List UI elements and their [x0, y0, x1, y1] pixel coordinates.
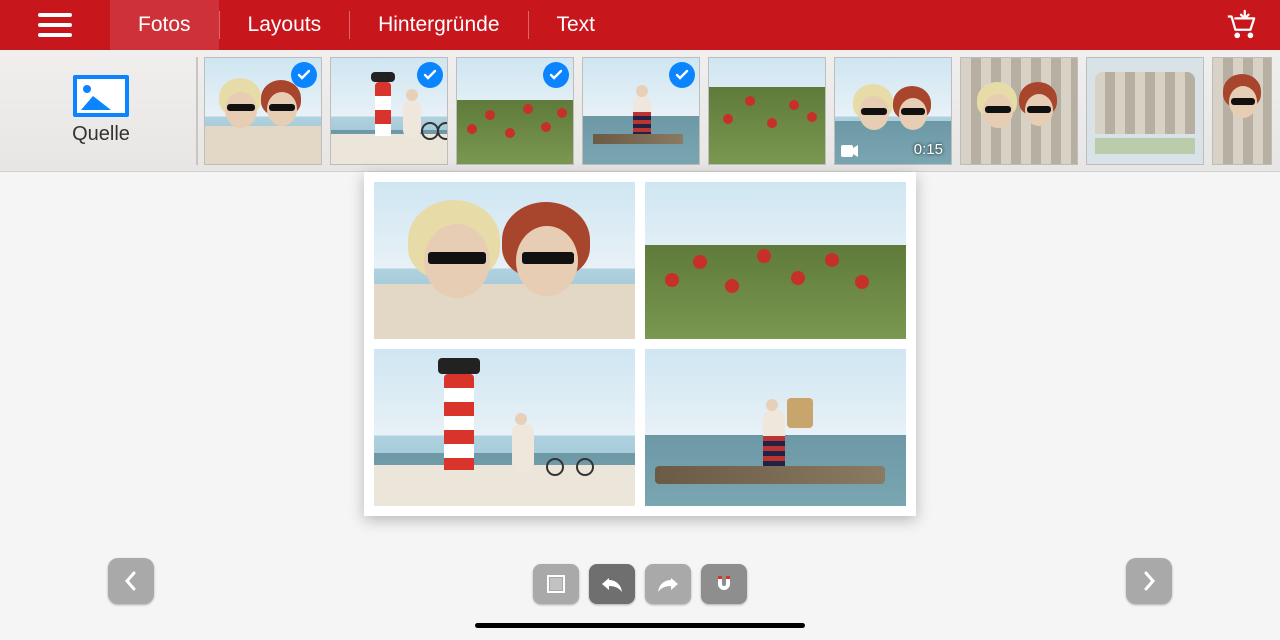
tab-fotos[interactable]: Fotos: [110, 0, 219, 50]
hamburger-menu-button[interactable]: [0, 11, 110, 39]
redo-button[interactable]: [645, 564, 691, 604]
selected-check-icon: [669, 62, 695, 88]
image-source-icon: [73, 75, 129, 117]
prev-page-button[interactable]: [108, 558, 154, 604]
hamburger-icon: [38, 11, 72, 39]
tab-hintergruende[interactable]: Hintergründe: [350, 0, 527, 50]
thumb-poppies[interactable]: [456, 57, 574, 165]
thumb-lighthouse[interactable]: [330, 57, 448, 165]
page-cell-1[interactable]: [645, 182, 906, 339]
thumbnail-strip: Quelle: [0, 50, 1280, 172]
tab-layouts[interactable]: Layouts: [220, 0, 350, 50]
chevron-right-icon: [1140, 570, 1158, 592]
layout-page[interactable]: [364, 172, 916, 516]
cart-button[interactable]: [1216, 9, 1266, 41]
thumb-poppies-tall[interactable]: [708, 57, 826, 165]
page-cell-2[interactable]: [374, 349, 635, 506]
video-duration: 0:15: [914, 141, 943, 158]
redo-icon: [655, 574, 681, 594]
tab-group: Fotos Layouts Hintergründe Text: [110, 0, 623, 50]
thumb-portrait-cabana[interactable]: [1212, 57, 1272, 165]
selected-check-icon: [291, 62, 317, 88]
chevron-left-icon: [122, 570, 140, 592]
canvas-area: [0, 172, 1280, 640]
tab-text[interactable]: Text: [529, 0, 624, 50]
page-cell-0[interactable]: [374, 182, 635, 339]
page-cell-3[interactable]: [645, 349, 906, 506]
undo-icon: [599, 574, 625, 594]
thumb-selfie-video[interactable]: 0:15: [834, 57, 952, 165]
snap-button[interactable]: [701, 564, 747, 604]
home-indicator: [475, 623, 805, 628]
thumb-breakwater[interactable]: [582, 57, 700, 165]
crop-button[interactable]: [533, 564, 579, 604]
thumb-selfie-beach[interactable]: [204, 57, 322, 165]
strip-divider: [196, 57, 198, 165]
magnet-icon: [713, 573, 735, 595]
crop-icon: [545, 573, 567, 595]
source-label: Quelle: [72, 123, 130, 146]
thumbnail-list[interactable]: 0:15: [204, 50, 1280, 171]
source-button[interactable]: Quelle: [6, 75, 196, 146]
next-page-button[interactable]: [1126, 558, 1172, 604]
bottom-toolbar: [533, 564, 747, 604]
cart-download-icon: [1222, 9, 1260, 41]
topbar: Fotos Layouts Hintergründe Text: [0, 0, 1280, 50]
selected-check-icon: [543, 62, 569, 88]
video-icon: [841, 144, 859, 158]
thumb-selfie-cabana[interactable]: [960, 57, 1078, 165]
thumb-cabana[interactable]: [1086, 57, 1204, 165]
selected-check-icon: [417, 62, 443, 88]
undo-button[interactable]: [589, 564, 635, 604]
